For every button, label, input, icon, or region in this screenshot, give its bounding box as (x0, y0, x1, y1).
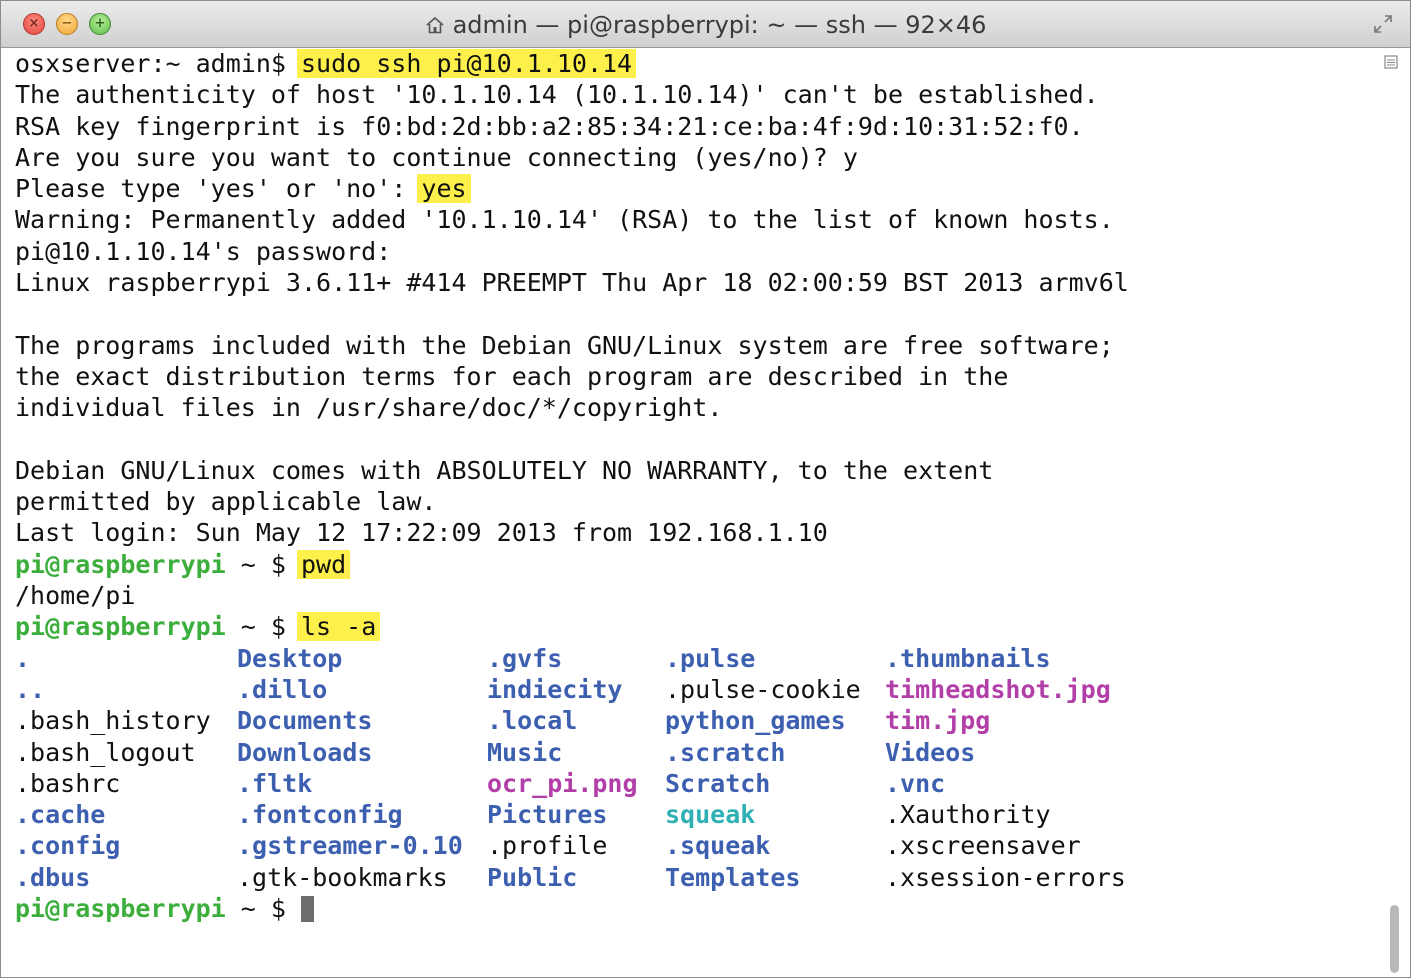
terminal-line: Linux raspberrypi 3.6.11+ #414 PREEMPT T… (15, 268, 1129, 298)
ls-row: .bash_history Documents .local python_games… (15, 705, 1375, 736)
terminal-output[interactable]: osxserver:~ admin$ sudo ssh pi@10.1.10.1… (15, 48, 1375, 973)
terminal-line: /home/pi (15, 581, 136, 611)
fullscreen-icon[interactable] (1372, 13, 1394, 35)
ls-row: .bashrc .fltk ocr_pi.png Scratch .vnc (15, 768, 1375, 799)
ls-entry: Templates (665, 862, 801, 892)
prompt-path: ~ $ (225, 612, 301, 642)
terminal-line: pi@raspberrypi ~ $ ls -a (15, 611, 1375, 642)
ls-entry: squeak (665, 800, 756, 830)
terminal-line: individual files in /usr/share/doc/*/cop… (15, 393, 723, 423)
ls-entry: Documents (237, 706, 373, 736)
prompt-user: pi@raspberrypi (15, 549, 226, 579)
ls-row: .bash_logout Downloads Music .scratch Videos (15, 737, 1375, 768)
ls-row: .. .dillo indiecity .pulse-cookie timheadsho… (15, 674, 1375, 705)
terminal-line: the exact distribution terms for each pr… (15, 361, 1009, 391)
prompt-user: pi@raspberrypi (15, 894, 226, 924)
ls-entry: Music (487, 737, 563, 767)
window-title: admin — pi@raspberrypi: ~ — ssh — 92×46 (452, 11, 987, 39)
terminal-line: The programs included with the Debian GN… (15, 330, 1114, 360)
highlighted-command: ls -a (296, 612, 381, 642)
prompt-path: ~ $ (225, 894, 301, 924)
ls-entry: Videos (885, 737, 976, 767)
ls-row: . Desktop .gvfs .pulse .thumbnails (15, 643, 1375, 674)
ls-entry: .dbus (15, 862, 91, 892)
title-bar[interactable]: × − + admin — pi@raspberrypi: ~ — ssh — … (1, 1, 1410, 48)
shell-prompt: osxserver:~ admin$ (15, 49, 301, 78)
ls-entry: python_games (665, 706, 846, 736)
ls-entry: tim.jpg (885, 706, 991, 736)
ls-entry: .. (15, 674, 46, 704)
ls-entry: Public (487, 862, 578, 892)
ls-entry: .bash_history (15, 706, 211, 736)
ls-entry: Scratch (665, 768, 771, 798)
home-icon (425, 16, 445, 34)
terminal-line: pi@raspberrypi ~ $ pwd (15, 549, 1375, 580)
ls-entry: .bashrc (15, 768, 121, 798)
ls-entry: .fontconfig (237, 800, 403, 830)
ls-entry: ocr_pi.png (487, 768, 638, 798)
ls-entry: .config (15, 831, 121, 861)
ls-entry: .local (487, 706, 578, 736)
terminal-line: RSA key fingerprint is f0:bd:2d:bb:a2:85… (15, 111, 1084, 141)
ls-entry: .profile (487, 831, 608, 861)
ls-entry: Pictures (487, 800, 608, 830)
ls-entry: .gtk-bookmarks (237, 862, 448, 892)
terminal-line: Debian GNU/Linux comes with ABSOLUTELY N… (15, 455, 994, 485)
terminal-line: pi@raspberrypi ~ $ (15, 893, 1375, 924)
ls-entry: .cache (15, 800, 106, 830)
terminal-line: pi@10.1.10.14's password: (15, 236, 392, 266)
ls-entry: .xscreensaver (885, 831, 1081, 861)
split-pane-icon[interactable] (1384, 55, 1398, 69)
ls-output: . Desktop .gvfs .pulse .thumbnails.. .dillo in… (15, 643, 1375, 893)
ls-entry: .bash_logout (15, 737, 196, 767)
ls-entry: .xsession-errors (885, 862, 1126, 892)
ls-entry: .Xauthority (885, 800, 1051, 830)
ls-entry: indiecity (487, 674, 623, 704)
terminal-line: Please type 'yes' or 'no': yes (15, 173, 1375, 204)
ls-entry: .pulse-cookie (665, 674, 861, 704)
ls-row: .config .gstreamer-0.10 .profile .squeak .xs… (15, 830, 1375, 861)
terminal-text: Please type 'yes' or 'no': (15, 174, 422, 204)
ls-entry: .gstreamer-0.10 (237, 831, 463, 861)
highlighted-answer: yes (417, 174, 471, 204)
ls-entry: .vnc (885, 768, 946, 798)
terminal-line: Are you sure you want to continue connec… (15, 142, 858, 172)
ls-row: .dbus .gtk-bookmarks Public Templates .xsess… (15, 862, 1375, 893)
prompt-user: pi@raspberrypi (15, 612, 226, 642)
terminal-window: × − + admin — pi@raspberrypi: ~ — ssh — … (0, 0, 1411, 978)
ls-entry: Desktop (237, 643, 343, 673)
ls-entry: .fltk (237, 768, 313, 798)
ls-row: .cache .fontconfig Pictures squeak .Xauthori… (15, 799, 1375, 830)
highlighted-command: sudo ssh pi@10.1.10.14 (296, 49, 637, 78)
ls-entry: .pulse (665, 643, 756, 673)
window-title-area: admin — pi@raspberrypi: ~ — ssh — 92×46 (1, 1, 1410, 47)
terminal-line: Last login: Sun May 12 17:22:09 2013 fro… (15, 518, 828, 548)
text-cursor (300, 896, 314, 923)
ls-entry: .gvfs (487, 643, 563, 673)
ls-entry: . (15, 643, 31, 673)
ls-entry: Downloads (237, 737, 373, 767)
ls-entry: .dillo (237, 674, 328, 704)
terminal-line: osxserver:~ admin$ sudo ssh pi@10.1.10.1… (15, 48, 1375, 79)
terminal-line: permitted by applicable law. (15, 487, 437, 517)
terminal-line: Warning: Permanently added '10.1.10.14' … (15, 205, 1114, 235)
terminal-line: The authenticity of host '10.1.10.14 (10… (15, 80, 1099, 110)
vertical-scrollbar[interactable] (1390, 905, 1399, 973)
prompt-path: ~ $ (225, 549, 301, 579)
ls-entry: .squeak (665, 831, 771, 861)
highlighted-command: pwd (296, 549, 351, 579)
ls-entry: .thumbnails (885, 643, 1051, 673)
ls-entry: .scratch (665, 737, 786, 767)
ls-entry: timheadshot.jpg (885, 674, 1111, 704)
